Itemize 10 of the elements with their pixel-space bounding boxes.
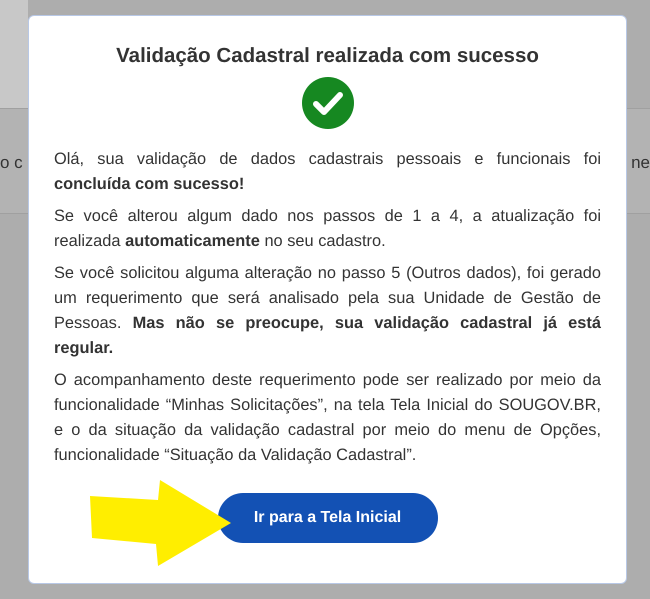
background-text: o c [0, 153, 23, 173]
arrow-icon [88, 478, 233, 568]
dialog-title: Validação Cadastral realizada com sucesso [116, 44, 539, 68]
message-paragraph: Se você alterou algum dado nos passos de 1 a 4, a atualização foi realizada automaticamente no seu cadastro. [54, 206, 601, 252]
message-paragraph: Se você solicitou alguma alteração no passo 5 (Outros dados), foi gerado um requerimento que será analisado pela sua Unidade de Gestão de Pessoas. Mas não se preocupe, sua validação cadastral já está regular. [54, 263, 601, 359]
check-icon [302, 77, 354, 129]
background-text: ne [631, 153, 650, 173]
message-paragraph: O acompanhamento deste requerimento pode ser realizado por meio da funcionalidade “Minhas Solicitações”, na tela Tela Inicial do SOUGOV.BR, e o da situação da validação cadastral por meio do menu de Opções, funcionalidade “Situação da Validação Cadastral”. [54, 370, 601, 466]
message-paragraph: Olá, sua validação de dados cadastrais pessoais e funcionais foi concluída com sucesso! [54, 149, 601, 195]
home-button[interactable]: Ir para a Tela Inicial [218, 493, 438, 543]
